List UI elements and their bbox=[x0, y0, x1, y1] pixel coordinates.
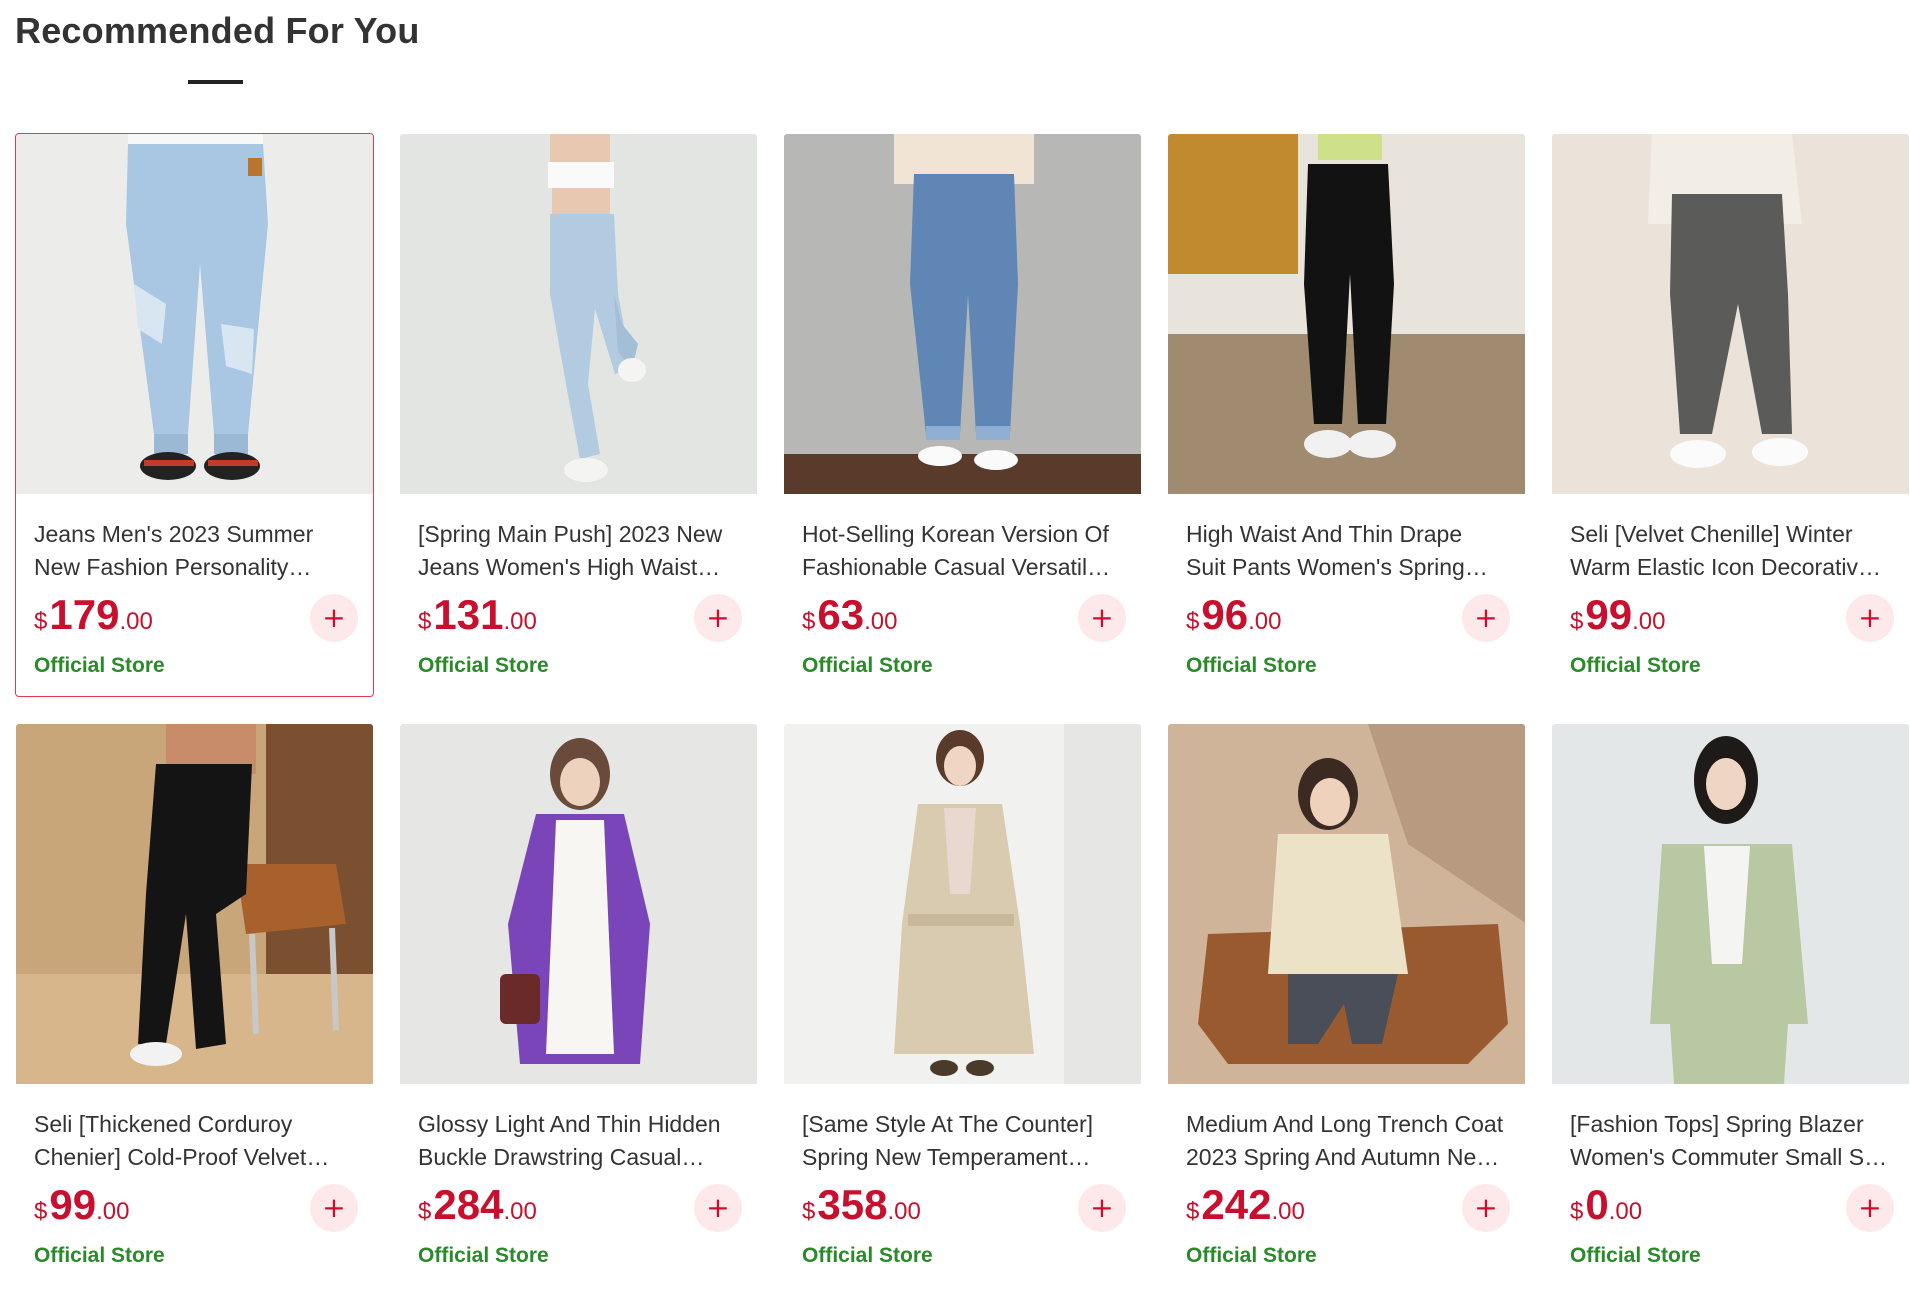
price-decimal: .00 bbox=[887, 1198, 921, 1225]
product-image[interactable] bbox=[1552, 134, 1910, 494]
product-card-green-blazer[interactable]: [Fashion Tops] Spring Blazer Women's Com… bbox=[1551, 723, 1910, 1287]
product-image[interactable] bbox=[400, 724, 758, 1084]
add-to-cart-button[interactable]: + bbox=[694, 594, 742, 642]
price-integer: 96 bbox=[1201, 591, 1249, 638]
product-price: $99.00 bbox=[34, 1184, 129, 1226]
product-name[interactable]: High Waist And Thin Drape Suit Pants Wom… bbox=[1186, 518, 1506, 584]
product-name[interactable]: [Same Style At The Counter] Spring New T… bbox=[802, 1108, 1122, 1174]
product-card-beige-trench-coat[interactable]: [Same Style At The Counter] Spring New T… bbox=[783, 723, 1142, 1287]
product-card-korean-straight-jeans[interactable]: Hot-Selling Korean Version Of Fashionabl… bbox=[783, 133, 1142, 697]
title-underline bbox=[188, 80, 243, 84]
price-decimal: .00 bbox=[864, 608, 898, 635]
price-integer: 179 bbox=[49, 591, 120, 638]
price-integer: 284 bbox=[433, 1181, 504, 1228]
product-image[interactable] bbox=[400, 134, 758, 494]
add-to-cart-button[interactable]: + bbox=[310, 1184, 358, 1232]
add-to-cart-button[interactable]: + bbox=[1462, 1184, 1510, 1232]
price-currency: $ bbox=[1570, 1198, 1584, 1225]
add-to-cart-button[interactable]: + bbox=[1078, 594, 1126, 642]
add-to-cart-button[interactable]: + bbox=[1846, 594, 1894, 642]
price-integer: 99 bbox=[49, 1181, 97, 1228]
store-label[interactable]: Official Store bbox=[1186, 1244, 1317, 1268]
product-image[interactable] bbox=[1168, 134, 1526, 494]
product-image[interactable] bbox=[784, 134, 1142, 494]
section-title: Recommended For You bbox=[15, 10, 420, 51]
product-card-cream-trench-coat[interactable]: Medium And Long Trench Coat 2023 Spring … bbox=[1167, 723, 1526, 1287]
product-name[interactable]: Seli [Velvet Chenille] Winter Warm Elast… bbox=[1570, 518, 1890, 584]
store-label[interactable]: Official Store bbox=[418, 1244, 549, 1268]
price-decimal: .00 bbox=[1632, 608, 1666, 635]
product-name[interactable]: [Fashion Tops] Spring Blazer Women's Com… bbox=[1570, 1108, 1890, 1174]
price-decimal: .00 bbox=[503, 608, 537, 635]
product-card-black-suit-pants[interactable]: High Waist And Thin Drape Suit Pants Wom… bbox=[1167, 133, 1526, 697]
price-currency: $ bbox=[1186, 608, 1200, 635]
product-name[interactable]: Medium And Long Trench Coat 2023 Spring … bbox=[1186, 1108, 1506, 1174]
price-decimal: .00 bbox=[1248, 608, 1282, 635]
store-label[interactable]: Official Store bbox=[1570, 654, 1701, 678]
price-integer: 99 bbox=[1585, 591, 1633, 638]
store-label[interactable]: Official Store bbox=[1186, 654, 1317, 678]
price-currency: $ bbox=[418, 1198, 432, 1225]
price-decimal: .00 bbox=[503, 1198, 537, 1225]
product-card-jeans-mens-ripped[interactable]: Jeans Men's 2023 Summer New Fashion Pers… bbox=[15, 133, 374, 697]
store-label[interactable]: Official Store bbox=[802, 654, 933, 678]
price-currency: $ bbox=[802, 608, 816, 635]
price-decimal: .00 bbox=[1608, 1198, 1643, 1225]
product-name[interactable]: Hot-Selling Korean Version Of Fashionabl… bbox=[802, 518, 1122, 584]
product-image[interactable] bbox=[1168, 724, 1526, 1084]
price-currency: $ bbox=[34, 1198, 48, 1225]
add-to-cart-button[interactable]: + bbox=[694, 1184, 742, 1232]
product-image[interactable] bbox=[1552, 724, 1910, 1084]
price-currency: $ bbox=[418, 608, 432, 635]
product-price: $179.00 bbox=[34, 594, 153, 636]
price-currency: $ bbox=[1186, 1198, 1200, 1225]
store-label[interactable]: Official Store bbox=[34, 1244, 165, 1268]
product-price: $63.00 bbox=[802, 594, 897, 636]
add-to-cart-button[interactable]: + bbox=[310, 594, 358, 642]
store-label[interactable]: Official Store bbox=[34, 654, 165, 678]
price-integer: 242 bbox=[1201, 1181, 1272, 1228]
product-price: $284.00 bbox=[418, 1184, 537, 1226]
price-integer: 0 bbox=[1585, 1181, 1609, 1228]
product-price: $242.00 bbox=[1186, 1184, 1305, 1226]
product-grid: Jeans Men's 2023 Summer New Fashion Pers… bbox=[15, 133, 1910, 1289]
store-label[interactable]: Official Store bbox=[418, 654, 549, 678]
add-to-cart-button[interactable]: + bbox=[1078, 1184, 1126, 1232]
product-name[interactable]: Seli [Thickened Corduroy Chenier] Cold-P… bbox=[34, 1108, 354, 1174]
product-name[interactable]: [Spring Main Push] 2023 New Jeans Women'… bbox=[418, 518, 738, 584]
product-price: $0.00 bbox=[1570, 1184, 1642, 1226]
product-image[interactable] bbox=[16, 134, 374, 494]
price-decimal: .00 bbox=[119, 608, 153, 635]
store-label[interactable]: Official Store bbox=[802, 1244, 933, 1268]
product-image[interactable] bbox=[784, 724, 1142, 1084]
price-currency: $ bbox=[34, 608, 48, 635]
price-decimal: .00 bbox=[1271, 1198, 1305, 1225]
product-card-grey-chenille-pants[interactable]: Seli [Velvet Chenille] Winter Warm Elast… bbox=[1551, 133, 1910, 697]
price-currency: $ bbox=[802, 1198, 816, 1225]
product-name[interactable]: Glossy Light And Thin Hidden Buckle Draw… bbox=[418, 1108, 738, 1174]
product-card-black-corduroy-pants[interactable]: Seli [Thickened Corduroy Chenier] Cold-P… bbox=[15, 723, 374, 1287]
price-integer: 131 bbox=[433, 591, 504, 638]
product-card-jeans-womens-high-waist[interactable]: [Spring Main Push] 2023 New Jeans Women'… bbox=[399, 133, 758, 697]
add-to-cart-button[interactable]: + bbox=[1462, 594, 1510, 642]
price-currency: $ bbox=[1570, 608, 1584, 635]
add-to-cart-button[interactable]: + bbox=[1846, 1184, 1894, 1232]
product-price: $131.00 bbox=[418, 594, 537, 636]
product-price: $96.00 bbox=[1186, 594, 1281, 636]
price-decimal: .00 bbox=[96, 1198, 130, 1225]
product-card-purple-windbreaker[interactable]: Glossy Light And Thin Hidden Buckle Draw… bbox=[399, 723, 758, 1287]
price-integer: 358 bbox=[817, 1181, 888, 1228]
price-integer: 63 bbox=[817, 591, 865, 638]
product-price: $358.00 bbox=[802, 1184, 921, 1226]
product-name[interactable]: Jeans Men's 2023 Summer New Fashion Pers… bbox=[34, 518, 354, 584]
product-image[interactable] bbox=[16, 724, 374, 1084]
product-price: $99.00 bbox=[1570, 594, 1665, 636]
store-label[interactable]: Official Store bbox=[1570, 1244, 1701, 1268]
